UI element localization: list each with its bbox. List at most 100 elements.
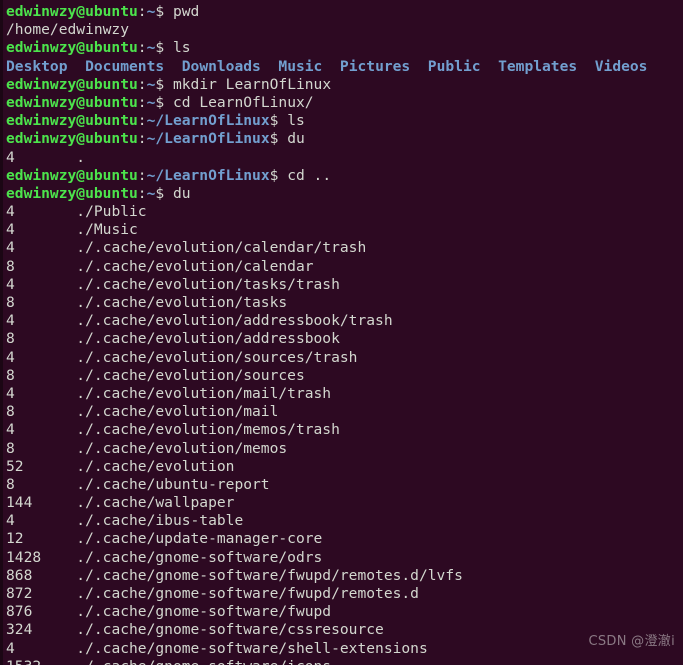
du-path: ./.cache/evolution <box>76 457 235 475</box>
prompt-separator: : <box>137 184 147 202</box>
du-output-line: 52 ./.cache/evolution <box>6 458 647 476</box>
du-output-line: 4 . <box>6 149 647 167</box>
command-text: du <box>287 130 305 148</box>
prompt-symbol: $ <box>269 130 288 148</box>
ls-directory: Desktop <box>6 57 68 75</box>
du-output-line: 8 ./.cache/evolution/calendar <box>6 258 647 276</box>
du-size: 4 <box>6 421 77 439</box>
du-path: ./.cache/gnome-software/cssresource <box>76 621 384 639</box>
du-size: 4 <box>6 639 77 657</box>
du-size: 8 <box>6 475 77 493</box>
du-path: ./.cache/gnome-software/shell-extensions <box>76 639 428 657</box>
prompt-user-host: edwinwzy@ubuntu <box>6 112 138 130</box>
du-size: 8 <box>6 366 77 384</box>
prompt-path: ~/LearnOfLinux <box>146 130 270 148</box>
prompt-line: edwinwzy@ubuntu:~/LearnOfLinux$ ls <box>6 112 647 130</box>
du-output-line: 1532 ./.cache/gnome-software/icons <box>6 658 647 665</box>
prompt-user-host: edwinwzy@ubuntu <box>6 166 138 184</box>
du-output-line: 4 ./.cache/ibus-table <box>6 512 647 530</box>
du-output-line: 8 ./.cache/evolution/sources <box>6 367 647 385</box>
du-path: ./.cache/evolution/memos <box>76 439 288 457</box>
du-size: 1532 <box>6 658 76 665</box>
du-path: ./.cache/evolution/calendar <box>76 257 314 275</box>
ls-directory: Templates <box>498 57 578 75</box>
du-size: 8 <box>6 439 77 457</box>
du-output-line: 4 ./.cache/evolution/addressbook/trash <box>6 312 647 330</box>
du-path: ./.cache/evolution/addressbook <box>76 330 340 348</box>
du-output-line: 4 ./.cache/gnome-software/shell-extensio… <box>6 640 647 658</box>
prompt-separator: : <box>137 112 147 130</box>
du-output-line: 8 ./.cache/evolution/addressbook <box>6 330 647 348</box>
du-size: 12 <box>6 530 77 548</box>
du-path: ./.cache/evolution/mail <box>76 403 279 421</box>
du-path: . <box>76 148 86 166</box>
command-text: pwd <box>172 3 200 20</box>
ls-gap <box>322 58 340 75</box>
du-size: 4 <box>6 384 77 402</box>
du-output-line: 872 ./.cache/gnome-software/fwupd/remote… <box>6 585 647 603</box>
prompt-user-host: edwinwzy@ubuntu <box>6 130 138 148</box>
du-path: ./.cache/evolution/addressbook/trash <box>76 312 393 330</box>
prompt-line: edwinwzy@ubuntu:~$ du <box>6 185 647 203</box>
pwd-output: /home/edwinwzy <box>6 21 130 39</box>
du-path: ./.cache/gnome-software/fwupd/remotes.d/… <box>76 566 463 584</box>
du-output-line: 8 ./.cache/evolution/memos <box>6 440 647 458</box>
du-output-line: 4 ./.cache/evolution/sources/trash <box>6 349 647 367</box>
ls-directory: Downloads <box>181 57 261 75</box>
du-output-line: 876 ./.cache/gnome-software/fwupd <box>6 603 647 621</box>
du-path: ./.cache/wallpaper <box>76 494 235 512</box>
prompt-separator: : <box>137 130 147 148</box>
du-output-line: 4 ./Music <box>6 221 647 239</box>
prompt-line: edwinwzy@ubuntu:~/LearnOfLinux$ du <box>6 130 647 148</box>
prompt-symbol: $ <box>155 75 173 93</box>
command-text: mkdir LearnOfLinux <box>172 75 332 93</box>
du-output-line: 4 ./.cache/evolution/calendar/trash <box>6 239 647 257</box>
du-output-line: 4 ./.cache/evolution/memos/trash <box>6 421 647 439</box>
prompt-path: ~/LearnOfLinux <box>146 112 270 130</box>
ls-gap <box>68 58 86 75</box>
du-path: ./.cache/evolution/memos/trash <box>76 421 340 439</box>
prompt-separator: : <box>137 93 147 111</box>
du-output-line: 8 ./.cache/ubuntu-report <box>6 476 647 494</box>
du-path: ./Music <box>76 221 138 239</box>
du-output-line: 4 ./.cache/evolution/mail/trash <box>6 385 647 403</box>
du-size: 4 <box>6 239 77 257</box>
du-size: 4 <box>6 312 77 330</box>
prompt-separator: : <box>137 75 147 93</box>
prompt-user-host: edwinwzy@ubuntu <box>6 75 138 93</box>
command-text: cd LearnOfLinux/ <box>172 93 314 111</box>
du-output-line: 324 ./.cache/gnome-software/cssresource <box>6 621 647 639</box>
du-size: 52 <box>6 457 77 475</box>
ls-directory: Pictures <box>339 57 411 75</box>
prompt-symbol: $ <box>155 39 173 57</box>
du-size: 872 <box>6 585 77 602</box>
command-text: cd .. <box>287 166 332 184</box>
prompt-line: edwinwzy@ubuntu:~$ ls <box>6 39 647 57</box>
du-size: 8 <box>6 294 77 311</box>
du-size: 8 <box>6 257 77 275</box>
prompt-line: edwinwzy@ubuntu:~/LearnOfLinux$ cd .. <box>6 167 647 185</box>
ls-directory: Videos <box>594 57 648 75</box>
prompt-symbol: $ <box>269 112 288 130</box>
prompt-user-host: edwinwzy@ubuntu <box>6 93 138 111</box>
du-size: 1428 <box>6 548 77 566</box>
ls-gap <box>261 58 279 75</box>
prompt-line: edwinwzy@ubuntu:~$ cd LearnOfLinux/ <box>6 94 647 112</box>
du-path: ./.cache/evolution/sources <box>76 366 305 384</box>
du-size: 144 <box>6 494 77 512</box>
terminal-window[interactable]: edwinwzy@ubuntu:~$ pwd/home/edwinwzy edwi… <box>0 0 683 665</box>
prompt-separator: : <box>137 39 147 57</box>
ls-gap <box>481 58 499 75</box>
du-size: 4 <box>6 512 77 530</box>
du-path: ./.cache/gnome-software/fwupd/remotes.d <box>76 585 419 602</box>
du-path: ./.cache/ibus-table <box>76 512 244 530</box>
du-path: ./.cache/evolution/tasks <box>76 294 288 311</box>
terminal-screen[interactable]: edwinwzy@ubuntu:~$ pwd/home/edwinwzy edwi… <box>3 0 647 665</box>
du-output-line: 12 ./.cache/update-manager-core <box>6 530 647 548</box>
prompt-symbol: $ <box>269 166 288 184</box>
du-output-line: 868 ./.cache/gnome-software/fwupd/remote… <box>6 567 647 585</box>
command-text: ls <box>287 112 305 130</box>
du-size: 8 <box>6 403 77 421</box>
prompt-separator: : <box>137 3 147 20</box>
du-size: 868 <box>6 566 77 584</box>
